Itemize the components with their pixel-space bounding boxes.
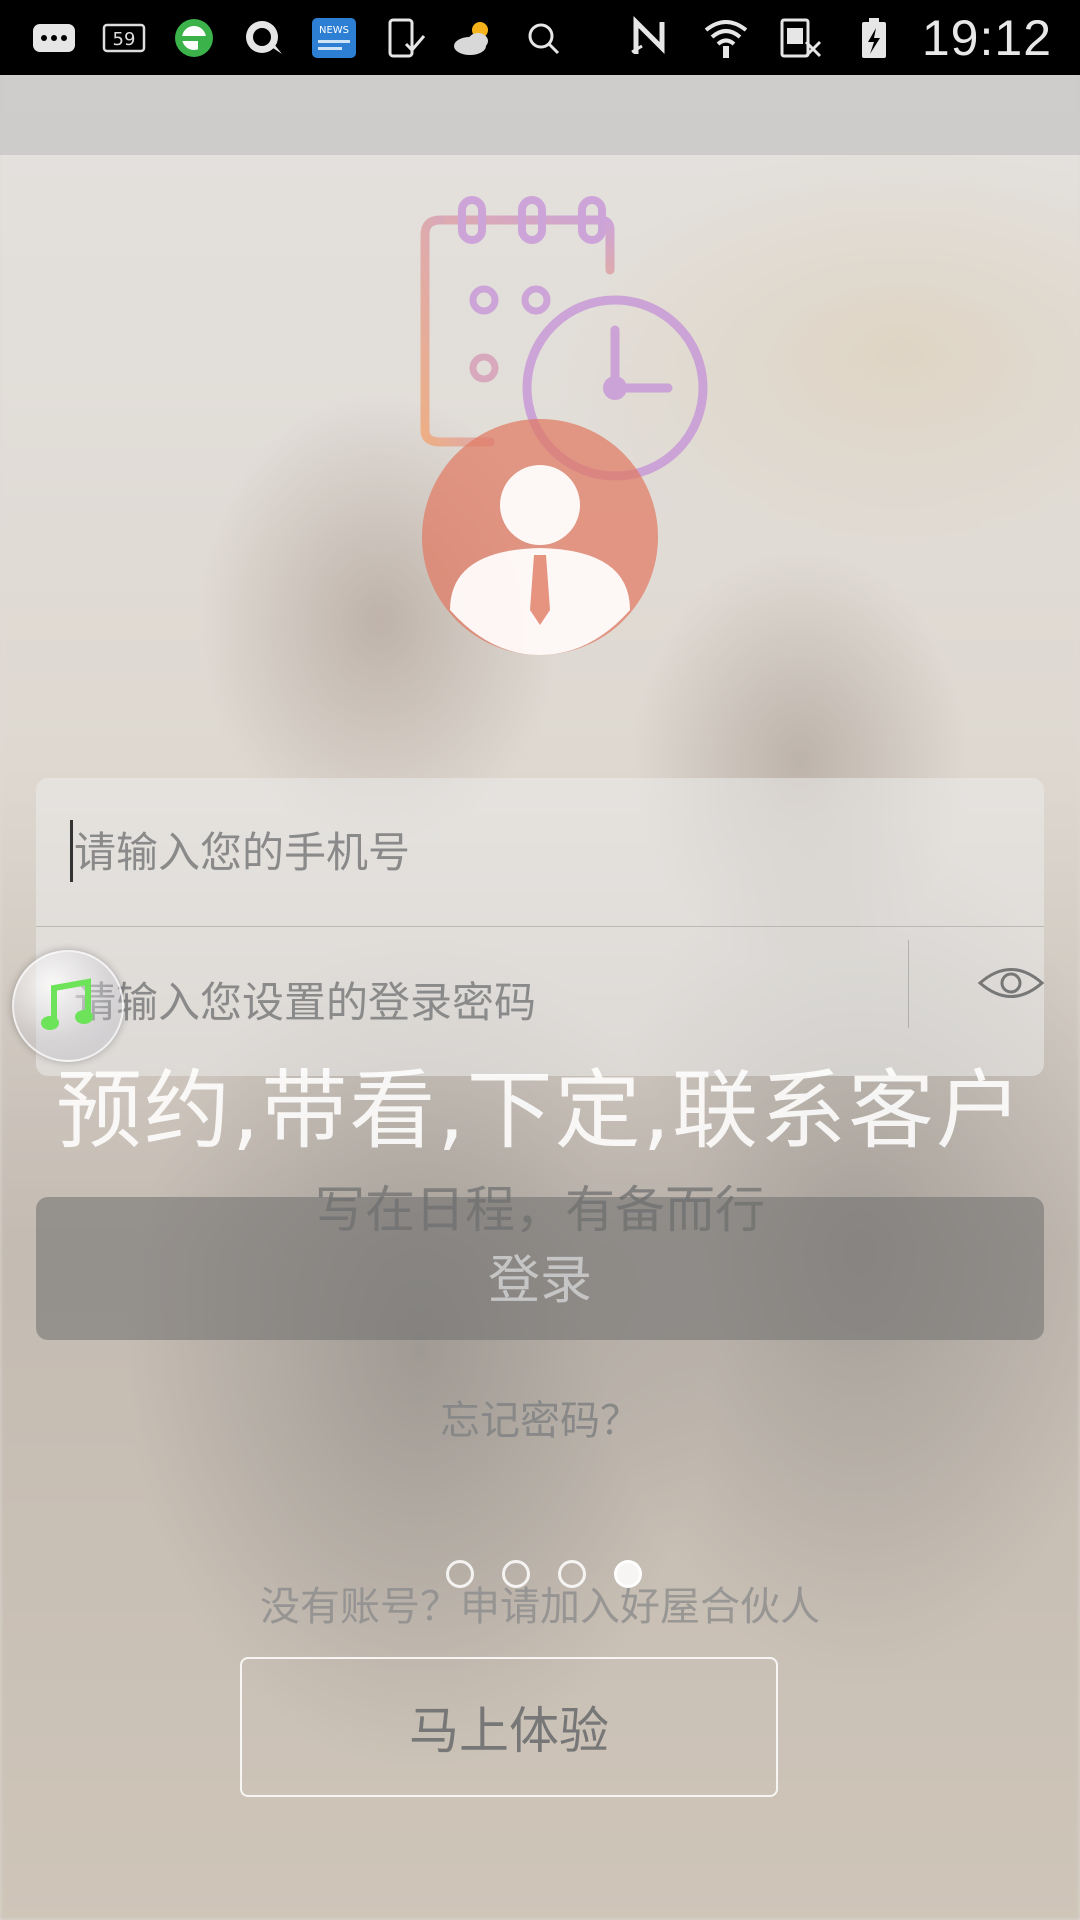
avatar-icon [422,419,658,655]
weather-icon [448,15,500,61]
text-caret [70,820,73,882]
wifi-icon [700,15,752,61]
page-dot [558,1560,586,1588]
page-dot [502,1560,530,1588]
qq-icon [238,15,290,61]
try-now-button[interactable]: 马上体验 [240,1657,778,1797]
page-dot-active [614,1560,642,1588]
status-bar: 59 NEWS 19:12 [0,0,1080,75]
phone-input[interactable] [72,811,896,893]
page-dot [446,1560,474,1588]
battery-icon [848,15,900,61]
calendar-icon [420,196,615,447]
badge-59-icon: 59 [98,15,150,61]
browser-e-icon [168,15,220,61]
password-input[interactable] [72,961,896,1043]
login-form [36,778,1046,1076]
top-band [0,75,1080,155]
calendar-avatar-illustration [420,196,708,655]
svg-text:NEWS: NEWS [319,25,349,36]
music-note-icon [41,978,93,1030]
phone-download-icon [378,15,430,61]
search-icon [518,15,570,61]
onboarding-slogan: 预约,带看,下定,联系客户 [55,1061,1024,1161]
clock: 19:12 [921,9,1052,66]
no-sim-icon [774,15,826,61]
chat-icon [28,15,80,61]
page-indicator [0,1560,1080,1588]
news-icon: NEWS [308,15,360,61]
nfc-icon [626,15,678,61]
forgot-password-link[interactable]: 忘记密码？ [0,1388,1080,1446]
phone-field [36,778,1044,927]
divider [908,940,909,1028]
svg-text:59: 59 [113,29,136,50]
login-button[interactable]: 登录 [36,1197,1044,1340]
show-password-eye-icon[interactable] [976,958,1046,1008]
